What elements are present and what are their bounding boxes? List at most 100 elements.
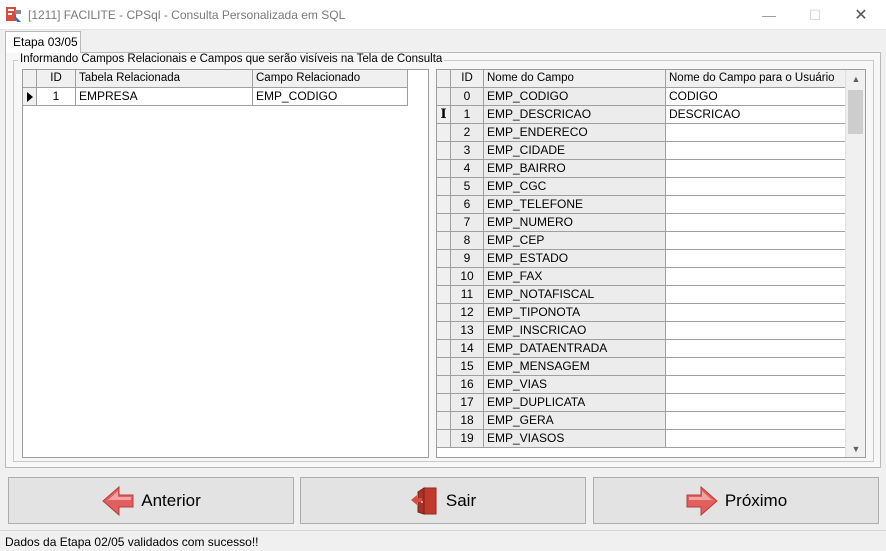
- table-row[interactable]: 4 EMP_BAIRRO: [437, 160, 846, 178]
- cell-nome-usuario[interactable]: DESCRICAO: [666, 106, 846, 124]
- cell-nome-campo[interactable]: EMP_DESCRICAO: [484, 106, 666, 124]
- cell-id[interactable]: 19: [451, 430, 484, 448]
- column-header-campo[interactable]: Campo Relacionado: [253, 70, 408, 88]
- table-row[interactable]: 19 EMP_VIASOS: [437, 430, 846, 448]
- table-row[interactable]: 17 EMP_DUPLICATA: [437, 394, 846, 412]
- cell-nome-campo[interactable]: EMP_INSCRICAO: [484, 322, 666, 340]
- fields-grid[interactable]: ID Nome do Campo Nome do Campo para o Us…: [436, 69, 866, 458]
- cell-nome-campo[interactable]: EMP_DATAENTRADA: [484, 340, 666, 358]
- cell-id[interactable]: 0: [451, 88, 484, 106]
- cell-nome-usuario[interactable]: [666, 394, 846, 412]
- table-row[interactable]: I 1 EMP_DESCRICAO DESCRICAO: [437, 106, 846, 124]
- maximize-button[interactable]: ☐: [792, 0, 838, 30]
- cell-nome-campo[interactable]: EMP_CIDADE: [484, 142, 666, 160]
- cell-nome-campo[interactable]: EMP_CODIGO: [484, 88, 666, 106]
- table-row[interactable]: 15 EMP_MENSAGEM: [437, 358, 846, 376]
- cell-tabela[interactable]: EMPRESA: [76, 88, 253, 106]
- cell-id[interactable]: 17: [451, 394, 484, 412]
- cell-nome-campo[interactable]: EMP_CGC: [484, 178, 666, 196]
- cell-id[interactable]: 1: [451, 106, 484, 124]
- table-row[interactable]: 3 EMP_CIDADE: [437, 142, 846, 160]
- cell-id[interactable]: 14: [451, 340, 484, 358]
- cell-id[interactable]: 15: [451, 358, 484, 376]
- cell-nome-campo[interactable]: EMP_VIASOS: [484, 430, 666, 448]
- cell-nome-campo[interactable]: EMP_FAX: [484, 268, 666, 286]
- cell-id[interactable]: 13: [451, 322, 484, 340]
- cell-nome-campo[interactable]: EMP_NUMERO: [484, 214, 666, 232]
- table-row[interactable]: 2 EMP_ENDERECO: [437, 124, 846, 142]
- cell-id[interactable]: 6: [451, 196, 484, 214]
- cell-nome-usuario[interactable]: [666, 232, 846, 250]
- cell-id[interactable]: 16: [451, 376, 484, 394]
- column-header-tabela[interactable]: Tabela Relacionada: [76, 70, 253, 88]
- cell-nome-usuario[interactable]: [666, 304, 846, 322]
- cell-id[interactable]: 11: [451, 286, 484, 304]
- cell-nome-campo[interactable]: EMP_CEP: [484, 232, 666, 250]
- table-row[interactable]: 6 EMP_TELEFONE: [437, 196, 846, 214]
- cell-nome-campo[interactable]: EMP_DUPLICATA: [484, 394, 666, 412]
- sair-button[interactable]: Sair: [300, 477, 586, 524]
- cell-nome-campo[interactable]: EMP_ENDERECO: [484, 124, 666, 142]
- cell-nome-usuario[interactable]: [666, 178, 846, 196]
- cell-campo[interactable]: EMP_CODIGO: [253, 88, 408, 106]
- table-row[interactable]: 14 EMP_DATAENTRADA: [437, 340, 846, 358]
- scroll-down-icon[interactable]: ▼: [846, 440, 866, 457]
- table-row[interactable]: 12 EMP_TIPONOTA: [437, 304, 846, 322]
- cell-nome-usuario[interactable]: [666, 322, 846, 340]
- table-row[interactable]: 13 EMP_INSCRICAO: [437, 322, 846, 340]
- cell-nome-campo[interactable]: EMP_NOTAFISCAL: [484, 286, 666, 304]
- table-row[interactable]: 1 EMPRESA EMP_CODIGO: [23, 88, 408, 106]
- cell-nome-usuario[interactable]: [666, 196, 846, 214]
- cell-nome-usuario[interactable]: [666, 268, 846, 286]
- cell-id[interactable]: 2: [451, 124, 484, 142]
- table-row[interactable]: 18 EMP_GERA: [437, 412, 846, 430]
- cell-nome-usuario[interactable]: [666, 286, 846, 304]
- scroll-thumb[interactable]: [848, 90, 863, 134]
- cell-nome-campo[interactable]: EMP_MENSAGEM: [484, 358, 666, 376]
- relations-grid[interactable]: ID Tabela Relacionada Campo Relacionado …: [22, 69, 429, 458]
- proximo-button[interactable]: Próximo: [593, 477, 879, 524]
- cell-id[interactable]: 18: [451, 412, 484, 430]
- cell-id[interactable]: 5: [451, 178, 484, 196]
- tab-etapa[interactable]: Etapa 03/05: [5, 31, 81, 53]
- cell-nome-campo[interactable]: EMP_VIAS: [484, 376, 666, 394]
- cell-id[interactable]: 10: [451, 268, 484, 286]
- cell-nome-usuario[interactable]: [666, 124, 846, 142]
- table-row[interactable]: 10 EMP_FAX: [437, 268, 846, 286]
- cell-nome-campo[interactable]: EMP_TIPONOTA: [484, 304, 666, 322]
- table-row[interactable]: 5 EMP_CGC: [437, 178, 846, 196]
- cell-nome-usuario[interactable]: [666, 412, 846, 430]
- anterior-button[interactable]: Anterior: [8, 477, 294, 524]
- fields-grid-scrollbar[interactable]: ▲ ▼: [845, 70, 865, 457]
- cell-id[interactable]: 8: [451, 232, 484, 250]
- cell-nome-campo[interactable]: EMP_BAIRRO: [484, 160, 666, 178]
- minimize-button[interactable]: —: [746, 0, 792, 30]
- cell-nome-usuario[interactable]: [666, 430, 846, 448]
- column-header-id[interactable]: ID: [451, 70, 484, 88]
- cell-nome-campo[interactable]: EMP_ESTADO: [484, 250, 666, 268]
- table-row[interactable]: 9 EMP_ESTADO: [437, 250, 846, 268]
- table-row[interactable]: 0 EMP_CODIGO CODIGO: [437, 88, 846, 106]
- column-header-nome-usuario[interactable]: Nome do Campo para o Usuário: [666, 70, 846, 88]
- cell-nome-usuario[interactable]: [666, 142, 846, 160]
- close-button[interactable]: ✕: [838, 0, 884, 30]
- table-row[interactable]: 8 EMP_CEP: [437, 232, 846, 250]
- cell-id[interactable]: 12: [451, 304, 484, 322]
- cell-nome-usuario[interactable]: [666, 214, 846, 232]
- cell-nome-usuario[interactable]: [666, 160, 846, 178]
- cell-nome-usuario[interactable]: [666, 340, 846, 358]
- cell-nome-campo[interactable]: EMP_GERA: [484, 412, 666, 430]
- cell-nome-usuario[interactable]: CODIGO: [666, 88, 846, 106]
- cell-id[interactable]: 4: [451, 160, 484, 178]
- cell-id[interactable]: 7: [451, 214, 484, 232]
- cell-nome-campo[interactable]: EMP_TELEFONE: [484, 196, 666, 214]
- cell-nome-usuario[interactable]: [666, 250, 846, 268]
- column-header-nome-campo[interactable]: Nome do Campo: [484, 70, 666, 88]
- cell-nome-usuario[interactable]: [666, 358, 846, 376]
- scroll-up-icon[interactable]: ▲: [846, 70, 866, 87]
- cell-id[interactable]: 3: [451, 142, 484, 160]
- cell-nome-usuario[interactable]: [666, 376, 846, 394]
- cell-id[interactable]: 1: [37, 88, 76, 106]
- table-row[interactable]: 16 EMP_VIAS: [437, 376, 846, 394]
- table-row[interactable]: 11 EMP_NOTAFISCAL: [437, 286, 846, 304]
